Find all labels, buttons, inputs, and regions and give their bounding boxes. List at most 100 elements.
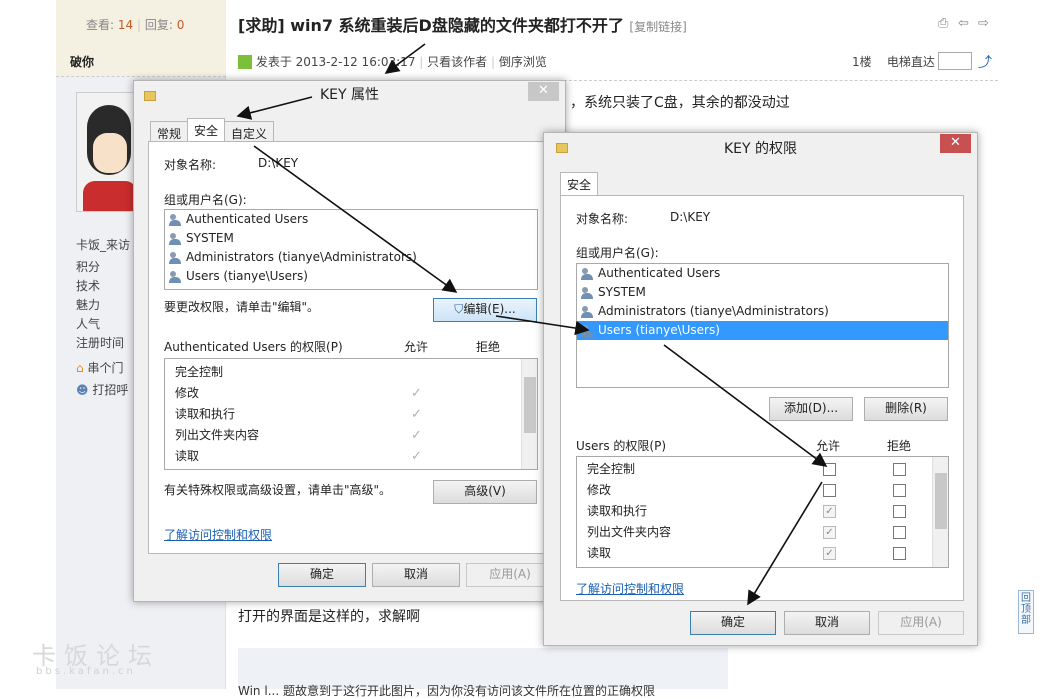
perm-header: Users 的权限(P) [576,439,667,453]
special-hint: 有关特殊权限或高级设置，请单击"高级"。 [164,483,392,497]
tab-security[interactable]: 安全 [187,118,226,141]
user-list[interactable]: Authenticated Users SYSTEM Administrator… [164,209,538,290]
list-item[interactable]: SYSTEM [165,229,537,248]
list-item[interactable]: Administrators (tianye\Administrators) [577,302,948,321]
table-row: 列出文件夹内容 ✓ [577,522,948,543]
users-icon [581,286,595,299]
allow-checkbox[interactable]: ✓ [823,547,836,560]
object-name-label: 对象名称: [164,158,217,172]
back-to-top-button[interactable]: 回顶部 [1018,590,1034,634]
online-icon [238,55,252,69]
house-icon: ⌂ [76,361,84,375]
permission-table: 完全控制 修改 ✓ 读取和执行 ✓ 列出文件夹内容 ✓ 读取 ✓ [164,358,538,470]
floor-number: 1楼 [852,55,872,69]
advanced-button[interactable]: 高级(V) [433,480,537,504]
visit-link[interactable]: ⌂ 串个门 [76,359,123,376]
close-button[interactable]: ✕ [528,82,559,101]
deny-checkbox[interactable] [893,547,906,560]
quote-text: Win l... 题故意到于这行开此图片，因为你没有访问该文件所在位置的正确权限 [238,684,655,698]
reverse-order-link[interactable]: 倒序浏览 [499,55,547,69]
floor-input[interactable] [938,52,972,70]
post-text-1: ，系统只装了C盘，其余的都没动过 [570,95,790,111]
cancel-button[interactable]: 取消 [784,611,870,635]
list-item[interactable]: Authenticated Users [165,210,537,229]
allow-header: 允许 [404,340,429,354]
floor-bar: 1楼 电梯直达 [852,53,935,70]
users-icon [169,232,183,245]
user-field-charm: 魅力 [76,298,101,312]
copy-link[interactable]: [复制链接] [629,20,686,34]
remove-button[interactable]: 删除(R) [864,397,948,421]
post-meta: 发表于 2013-2-12 16:03:17 | 只看该作者 | 倒序浏览 [238,53,547,70]
table-row: 完全控制 [577,459,948,480]
allow-tick: ✓ [411,386,422,401]
user-field-regtime: 注册时间 [76,336,125,350]
table-row: 读取 ✓ [577,543,948,564]
jump-icon[interactable]: ⤴ [978,52,992,72]
prev-icon[interactable]: ⇦ [958,16,972,31]
author-name[interactable]: 破你 [70,53,94,70]
dialog-title: KEY 的权限 [723,141,798,157]
deny-header: 拒绝 [476,340,501,354]
deny-checkbox[interactable] [893,463,906,476]
replies-label: 回复: [144,18,173,32]
avatar[interactable] [76,92,138,212]
print-icon[interactable]: ⎙ [938,16,952,31]
apply-button[interactable]: 应用(A) [878,611,964,635]
user-field-tech: 技术 [76,279,101,293]
list-item[interactable]: SYSTEM [577,283,948,302]
views-label: 查看: [86,18,115,32]
users-icon [581,324,595,337]
allow-checkbox[interactable] [823,463,836,476]
tab-security[interactable]: 安全 [560,172,599,195]
list-item[interactable]: Users (tianye\Users) [165,267,537,286]
deny-checkbox[interactable] [893,505,906,518]
edit-button[interactable]: ⛉编辑(E)... [433,298,537,322]
perm-header: Authenticated Users 的权限(P) [164,340,343,354]
deny-checkbox[interactable] [893,526,906,539]
learn-more-link[interactable]: 了解访问控制和权限 [164,526,272,543]
post-text-2: 打开的界面是这样的，求解啊 [238,609,420,625]
thread-title: [求助] win7 系统重装后D盘隐藏的文件夹都打不开了 [复制链接] [238,16,687,35]
ok-button[interactable]: 确定 [278,563,366,587]
dialog-title: KEY 属性 [319,87,380,103]
table-row: 读取和执行 ✓ [165,404,537,425]
scrollbar[interactable] [521,359,537,469]
next-icon[interactable]: ⇨ [978,16,992,31]
tab-general[interactable]: 常规 [150,121,189,141]
users-icon [169,213,183,226]
table-row: 完全控制 [175,365,224,379]
user-field-popularity: 人气 [76,317,101,331]
replies-count: 0 [176,18,185,32]
learn-more-link[interactable]: 了解访问控制和权限 [576,580,684,597]
scrollbar[interactable] [932,457,948,567]
tab-custom[interactable]: 自定义 [224,121,275,141]
only-author-link[interactable]: 只看该作者 [427,55,487,69]
cancel-button[interactable]: 取消 [372,563,460,587]
object-name-value: D:\KEY [258,156,299,170]
user-list[interactable]: Authenticated Users SYSTEM Administrator… [576,263,949,388]
user-field-points: 积分 [76,260,101,274]
shield-icon: ⛉ [454,302,464,316]
users-icon [581,267,595,280]
list-item[interactable]: Authenticated Users [577,264,948,283]
users-icon [169,251,183,264]
apply-button[interactable]: 应用(A) [466,563,554,587]
change-hint: 要更改权限，请单击"编辑"。 [164,300,320,314]
allow-checkbox[interactable]: ✓ [823,526,836,539]
close-button[interactable]: ✕ [940,134,971,153]
deny-checkbox[interactable] [893,484,906,497]
thread-stats: 查看: 14 | 回复: 0 [86,18,185,32]
greet-link[interactable]: ☻ 打招呼 [76,381,128,398]
ok-button[interactable]: 确定 [690,611,776,635]
add-button[interactable]: 添加(D)... [769,397,853,421]
list-item[interactable]: Administrators (tianye\Administrators) [165,248,537,267]
allow-header: 允许 [816,439,841,453]
allow-checkbox[interactable] [823,484,836,497]
watermark-url: bbs.kafan.cn [36,666,136,677]
allow-checkbox[interactable]: ✓ [823,505,836,518]
list-item-selected[interactable]: Users (tianye\Users) [577,321,948,340]
views-count: 14 [117,18,134,32]
permission-table: 完全控制 修改 读取和执行 ✓ 列出文件夹内容 ✓ 读取 ✓ [576,456,949,568]
table-row: 修改 ✓ [165,383,537,404]
